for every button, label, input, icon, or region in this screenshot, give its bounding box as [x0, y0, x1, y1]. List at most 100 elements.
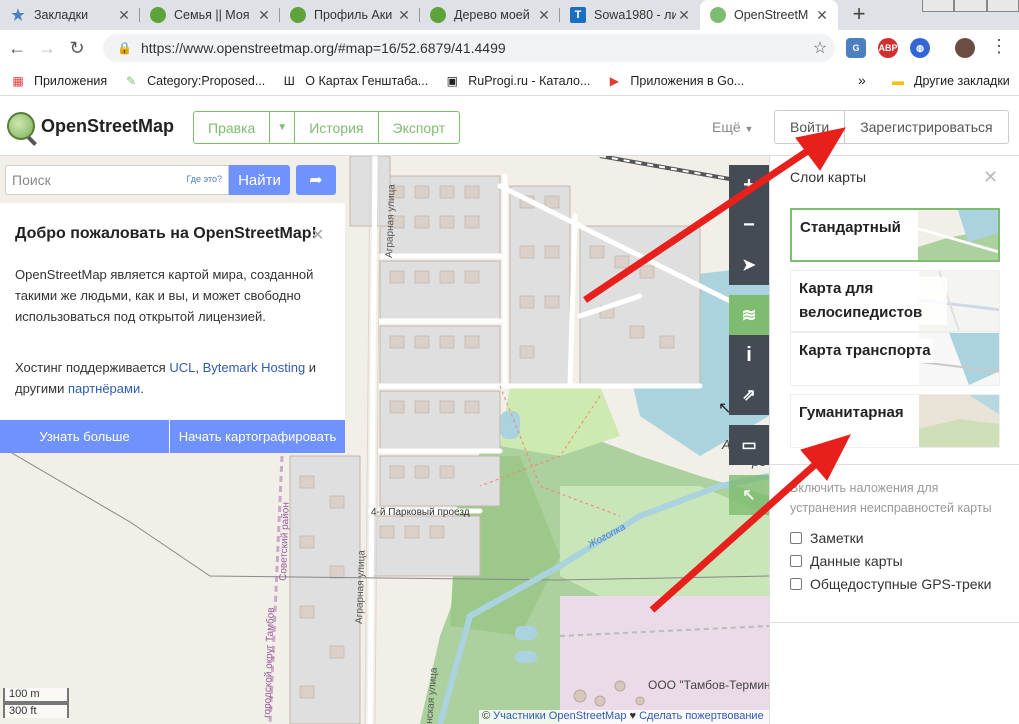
url-text[interactable]: https://www.openstreetmap.org/#map=16/52… [141, 40, 805, 56]
close-icon[interactable]: ✕ [116, 7, 132, 24]
new-tab-button[interactable]: + [848, 3, 870, 25]
browser-tab-profile[interactable]: Профиль Аки ✕ [280, 0, 420, 30]
learn-more-button[interactable]: Узнать больше [0, 420, 169, 453]
search-bar: Поиск Где это? Найти [5, 165, 291, 195]
close-icon[interactable]: ✕ [814, 7, 830, 24]
overlay-map-data[interactable]: Данные карты [790, 553, 903, 569]
layer-humanitarian[interactable]: Гуманитарная [790, 394, 1000, 448]
heart-icon: ♥ [626, 710, 640, 722]
scale-imperial: 300 ft [3, 703, 69, 718]
ucl-link[interactable]: UCL [169, 360, 195, 375]
close-icon[interactable]: ✕ [256, 7, 272, 24]
partners-link[interactable]: партнёрами [68, 381, 140, 396]
scale-bar: 100 m 300 ft [3, 688, 69, 718]
layers-panel: Слои карты ✕ Стандартный Карта для велос… [769, 156, 1019, 724]
apps-grid-icon: ▦ [12, 73, 24, 88]
signup-button[interactable]: Зарегистрироваться [845, 111, 1007, 143]
search-input[interactable]: Поиск Где это? [5, 165, 229, 195]
bookmark-ruprogi[interactable]: ▣ RuProgi.ru - Катало... [444, 73, 591, 89]
bookmark-play[interactable]: ▶ Приложения в Go... [606, 73, 744, 89]
reload-icon[interactable]: ↻ [62, 38, 92, 59]
layer-thumbnail [919, 395, 999, 447]
minus-icon: − [743, 213, 755, 236]
search-button[interactable]: Найти [229, 165, 290, 195]
layer-label: Гуманитарная [797, 401, 906, 425]
browser-tab-tree[interactable]: Дерево моей ✕ [420, 0, 560, 30]
zoom-out-button[interactable]: − [729, 205, 769, 245]
layers-button[interactable]: ≋ [729, 295, 769, 335]
osm-header: OpenStreetMap Правка ▼ История Экспорт Е… [0, 96, 1019, 156]
overlay-notes[interactable]: Заметки [790, 530, 864, 546]
bookmark-category[interactable]: ✎ Category:Proposed... [123, 73, 265, 89]
layer-label: Карта для велосипедистов [797, 277, 947, 325]
other-bookmarks[interactable]: ▬ Другие закладки [890, 73, 1010, 89]
checkbox[interactable] [790, 555, 802, 567]
globe-icon[interactable]: ◍ [910, 38, 930, 58]
forward-arrow-icon[interactable]: → [32, 38, 62, 59]
share-button[interactable]: ⇗ [729, 375, 769, 415]
window-controls[interactable] [922, 0, 1019, 12]
browser-tab-family[interactable]: Семья || Моя ✕ [140, 0, 280, 30]
layer-transport[interactable]: Карта транспорта [790, 332, 1000, 386]
maximize-icon[interactable] [954, 0, 987, 12]
menu-dots-icon[interactable]: ⋮ [990, 36, 1008, 57]
cursor-question-icon: ↖ [742, 487, 756, 504]
edit-button[interactable]: Правка [194, 112, 271, 143]
close-icon[interactable]: ✕ [311, 225, 324, 245]
welcome-title: Добро пожаловать на OpenStreetMap! [15, 225, 317, 242]
search-placeholder: Поиск [12, 172, 51, 188]
login-button[interactable]: Войти [775, 111, 846, 143]
locate-button[interactable]: ➤ [729, 245, 769, 285]
where-am-i-link[interactable]: Где это? [187, 174, 222, 184]
bookmark-label: О Картах Генштаба... [305, 73, 429, 88]
auth-buttons: Войти Зарегистрироваться [774, 110, 1009, 144]
legend-button[interactable]: i [729, 335, 769, 375]
bookmark-apps[interactable]: ▦ Приложения [10, 73, 107, 89]
query-features-button[interactable]: ↖ [729, 475, 769, 515]
translate-icon[interactable]: G [846, 38, 866, 58]
checkbox[interactable] [790, 578, 802, 590]
address-bar[interactable]: 🔒 https://www.openstreetmap.org/#map=16/… [103, 34, 835, 62]
add-note-button[interactable]: ▭ [729, 425, 769, 465]
osm-logo[interactable]: OpenStreetMap [7, 112, 174, 140]
directions-button[interactable]: ➦ [296, 165, 336, 195]
close-icon[interactable]: ✕ [676, 7, 692, 24]
export-button[interactable]: Экспорт [379, 112, 460, 143]
bookmark-maps[interactable]: Ш О Картах Генштаба... [281, 73, 428, 89]
close-window-icon[interactable] [986, 0, 1019, 12]
more-menu[interactable]: Ещё ▼ [712, 119, 753, 135]
more-bookmarks-icon[interactable]: » [858, 72, 866, 88]
start-mapping-button[interactable]: Начать картографировать [170, 420, 345, 453]
bytemark-link[interactable]: Bytemark Hosting [203, 360, 306, 375]
close-icon[interactable]: ✕ [983, 167, 998, 188]
share-icon: ⇗ [742, 387, 756, 404]
mouse-cursor-icon: ↖ [718, 400, 732, 417]
t-icon: T [570, 7, 586, 23]
attribution: © Участники OpenStreetMap ♥ Сделать поже… [479, 710, 769, 724]
browser-tab-sowa[interactable]: T Sowa1980 - ли ✕ [560, 0, 700, 30]
minimize-icon[interactable] [922, 0, 955, 12]
bookmark-star-icon[interactable]: ☆ [805, 38, 835, 58]
layer-standard[interactable]: Стандартный [790, 208, 1000, 262]
overlays-title: Включить наложения для устранения неиспр… [790, 481, 992, 515]
close-icon[interactable]: ✕ [396, 7, 412, 24]
contributors-link[interactable]: Участники OpenStreetMap [493, 710, 626, 722]
tab-title: Sowa1980 - ли [594, 8, 676, 22]
browser-tab-bookmarks[interactable]: ★ Закладки ✕ [0, 0, 140, 30]
avatar[interactable] [955, 38, 975, 58]
overlay-gps-traces[interactable]: Общедоступные GPS-треки [790, 576, 991, 592]
history-button[interactable]: История [295, 112, 379, 143]
chevron-down-icon[interactable]: ▼ [270, 112, 296, 143]
welcome-panel: Добро пожаловать на OpenStreetMap! ✕ Ope… [0, 203, 345, 453]
close-icon[interactable]: ✕ [536, 7, 552, 24]
back-arrow-icon[interactable]: ← [2, 38, 32, 59]
zoom-in-button[interactable]: + [729, 165, 769, 205]
layer-cycle[interactable]: Карта для велосипедистов [790, 270, 1000, 332]
donate-link[interactable]: Сделать пожертвование [639, 710, 764, 722]
browser-tab-osm[interactable]: OpenStreetM ✕ [700, 0, 838, 30]
tree-icon [430, 7, 446, 23]
tree-icon [290, 7, 306, 23]
play-icon: ▶ [609, 73, 619, 88]
checkbox[interactable] [790, 532, 802, 544]
adblock-icon[interactable]: ABP [878, 38, 898, 58]
